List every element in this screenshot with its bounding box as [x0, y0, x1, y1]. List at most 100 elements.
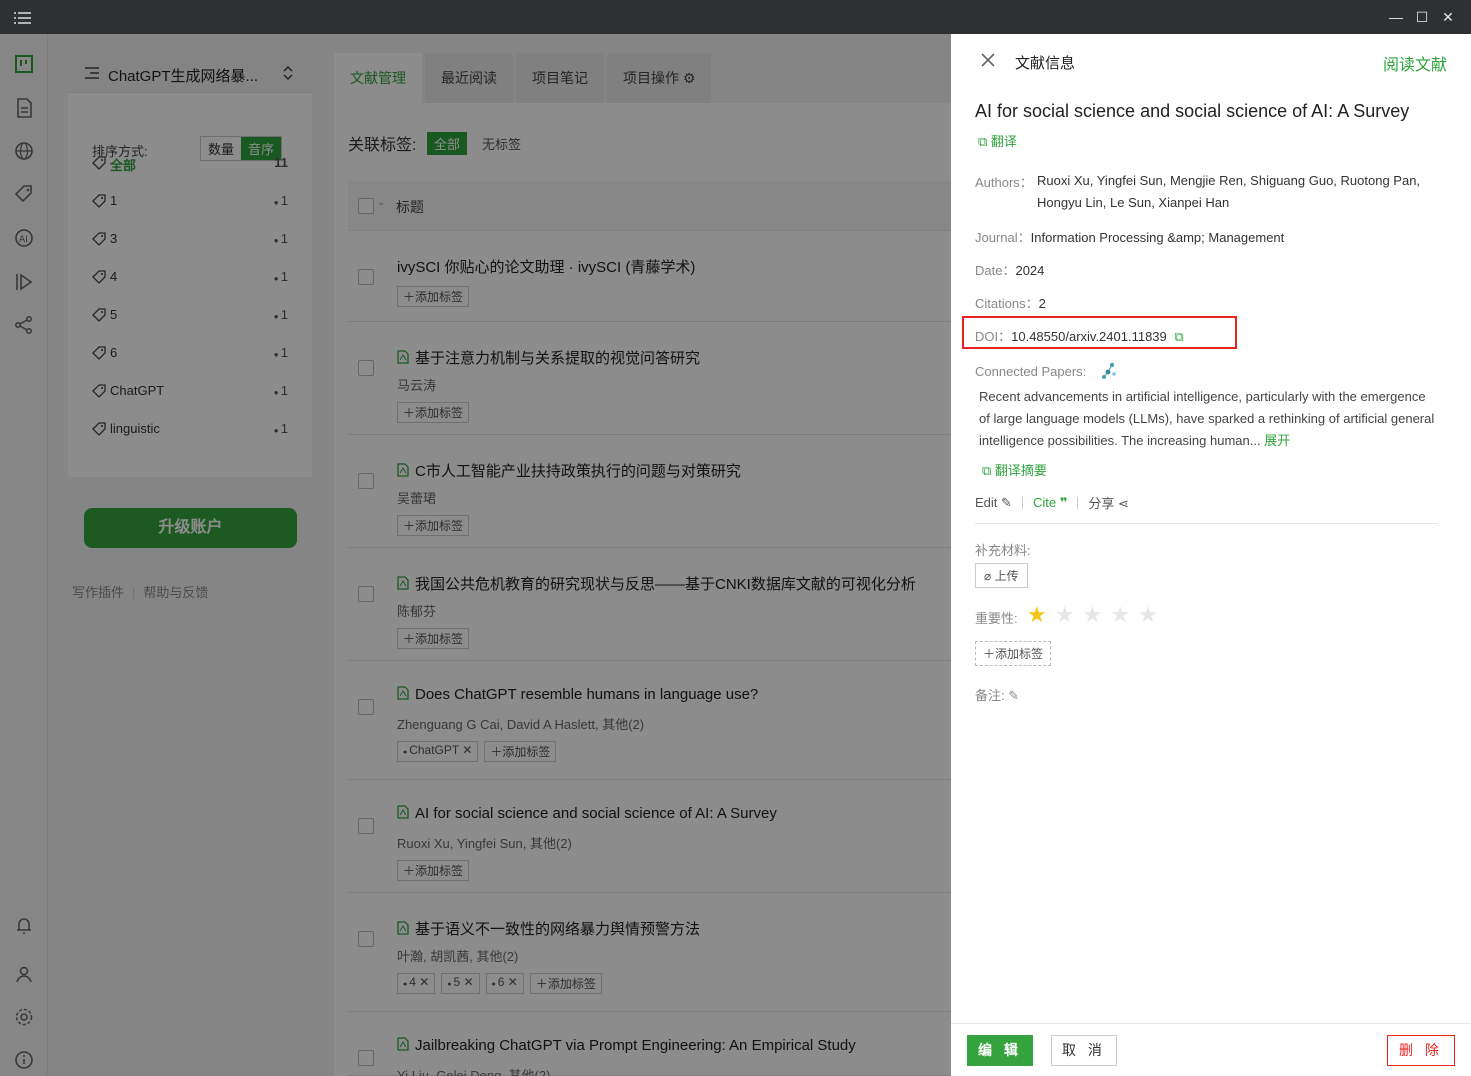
settings-icon[interactable]: [13, 1006, 35, 1028]
add-tag-button[interactable]: ＋添加标签: [397, 860, 470, 881]
add-tag-button[interactable]: ＋添加标签: [397, 628, 470, 649]
writing-plugin-link[interactable]: 写作插件: [72, 585, 124, 600]
minimize-icon[interactable]: —: [1388, 9, 1404, 25]
row-checkbox[interactable]: [358, 931, 374, 947]
add-tag-button[interactable]: ＋添加标签: [975, 641, 1052, 666]
tab-notes[interactable]: 项目笔记: [516, 53, 604, 103]
tag-item[interactable]: 3 ● 1: [92, 228, 288, 250]
tag-item[interactable]: linguistic ● 1: [92, 418, 288, 440]
tag-chip[interactable]: ● 6 ✕: [485, 973, 524, 994]
edit-button[interactable]: Edit ✎: [975, 495, 1012, 511]
row-checkbox[interactable]: [358, 699, 374, 715]
star-icon[interactable]: ★: [1110, 604, 1130, 626]
help-feedback-link[interactable]: 帮助与反馈: [143, 585, 208, 600]
remove-tag-icon[interactable]: ✕: [504, 975, 518, 989]
row-title[interactable]: 基于注意力机制与关系提取的视觉问答研究: [397, 347, 700, 368]
row-title[interactable]: Jailbreaking ChatGPT via Prompt Engineer…: [397, 1037, 856, 1054]
cite-button[interactable]: Cite ❞: [1033, 495, 1067, 511]
tag-chip[interactable]: ● 5 ✕: [441, 973, 480, 994]
user-icon[interactable]: [13, 963, 35, 985]
delete-button[interactable]: 删 除: [1387, 1035, 1455, 1066]
row-checkbox[interactable]: [358, 269, 374, 285]
row-title[interactable]: C市人工智能产业扶持政策执行的问题与对策研究: [397, 460, 741, 481]
row-title[interactable]: 我国公共危机教育的研究现状与反思——基于CNKI数据库文献的可视化分析: [397, 573, 916, 594]
add-tag-button[interactable]: ＋添加标签: [484, 741, 557, 762]
table-row[interactable]: ivySCI 你贴心的论文助理 · ivySCI (青藤学术) ＋添加标签: [348, 231, 951, 322]
row-title[interactable]: Does ChatGPT resemble humans in language…: [397, 686, 758, 703]
add-tag-button[interactable]: ＋添加标签: [397, 286, 470, 307]
tag-item[interactable]: 全部 11: [92, 152, 288, 174]
row-checkbox[interactable]: [358, 818, 374, 834]
importance-rating[interactable]: ★ ★ ★ ★ ★: [1027, 604, 1158, 626]
dot-icon: ●: [273, 236, 281, 245]
add-tag-button[interactable]: ＋添加标签: [529, 973, 602, 994]
library-icon[interactable]: [13, 53, 35, 75]
copy-icon[interactable]: ⧉: [1174, 329, 1183, 344]
star-icon[interactable]: ★: [1138, 604, 1158, 626]
remove-tag-icon[interactable]: ✕: [459, 743, 472, 757]
translate-abstract-button[interactable]: ⧉ 翻译摘要: [982, 460, 1047, 479]
row-title[interactable]: AI for social science and social science…: [397, 805, 777, 822]
close-window-icon[interactable]: ✕: [1440, 9, 1456, 25]
tag-item[interactable]: 5 ● 1: [92, 304, 288, 326]
add-tag-label: 添加标签: [415, 406, 464, 420]
menu-icon[interactable]: [14, 11, 32, 25]
presentation-icon[interactable]: [13, 271, 35, 293]
table-row[interactable]: C市人工智能产业扶持政策执行的问题与对策研究 吴蕾珺 ＋添加标签: [348, 435, 951, 548]
star-icon[interactable]: ★: [1055, 604, 1075, 626]
remove-tag-icon[interactable]: ✕: [460, 975, 473, 989]
row-checkbox[interactable]: [358, 473, 374, 489]
doi-value[interactable]: 10.48550/arxiv.2401.11839: [1011, 329, 1167, 344]
close-icon[interactable]: [980, 52, 996, 68]
star-icon[interactable]: ★: [1082, 604, 1102, 626]
document-icon[interactable]: [13, 97, 35, 119]
tag-chip[interactable]: ● ChatGPT ✕: [397, 741, 479, 762]
row-checkbox[interactable]: [358, 360, 374, 376]
tag-icon[interactable]: [13, 183, 35, 205]
table-row[interactable]: Jailbreaking ChatGPT via Prompt Engineer…: [348, 1012, 951, 1076]
add-tag-button[interactable]: ＋添加标签: [397, 515, 470, 536]
share-graph-icon[interactable]: [13, 314, 35, 336]
tag-chip[interactable]: ● 4 ✕: [397, 973, 436, 994]
upgrade-button[interactable]: 升级账户: [84, 508, 297, 548]
maximize-icon[interactable]: ☐: [1414, 9, 1430, 25]
upload-button[interactable]: ⌀ 上传: [975, 563, 1028, 588]
row-checkbox[interactable]: [358, 586, 374, 602]
tab-recent[interactable]: 最近阅读: [425, 53, 513, 103]
table-row[interactable]: 基于注意力机制与关系提取的视觉问答研究 马云涛 ＋添加标签: [348, 322, 951, 435]
star-icon[interactable]: ★: [1027, 604, 1047, 626]
select-all-checkbox[interactable]: [358, 198, 374, 214]
remove-tag-icon[interactable]: ✕: [416, 975, 429, 989]
share-button[interactable]: 分享 ⋖: [1088, 493, 1129, 512]
project-selector[interactable]: ChatGPT生成网络暴...: [68, 53, 312, 93]
tag-item[interactable]: 4 ● 1: [92, 266, 288, 288]
table-row[interactable]: 基于语义不一致性的网络暴力舆情预警方法 叶瀚, 胡凯茜, 其他(2) ● 4 ✕ ● …: [348, 893, 951, 1012]
chevron-down-icon[interactable]: ⌄: [377, 197, 385, 208]
row-checkbox[interactable]: [358, 1050, 374, 1066]
translate-title-button[interactable]: ⧉ 翻译: [978, 131, 1017, 150]
tag-item[interactable]: ChatGPT ● 1: [92, 380, 288, 402]
add-tag-button[interactable]: ＋添加标签: [397, 402, 470, 423]
table-row[interactable]: Does ChatGPT resemble humans in language…: [348, 661, 951, 780]
cancel-button[interactable]: 取 消: [1051, 1035, 1117, 1066]
tab-project-ops[interactable]: 项目操作 ⚙: [607, 53, 712, 103]
table-row[interactable]: AI for social science and social science…: [348, 780, 951, 893]
tag-item[interactable]: 6 ● 1: [92, 342, 288, 364]
connected-papers-icon[interactable]: [1100, 362, 1118, 380]
pencil-icon[interactable]: ✎: [1008, 688, 1019, 703]
read-literature-link[interactable]: 阅读文献: [1383, 51, 1447, 75]
ai-icon[interactable]: AI: [13, 227, 35, 249]
edit-save-button[interactable]: 编 辑: [967, 1035, 1033, 1066]
row-title[interactable]: 基于语义不一致性的网络暴力舆情预警方法: [397, 918, 700, 939]
bell-icon[interactable]: [13, 914, 35, 936]
globe-icon[interactable]: [13, 140, 35, 162]
info-icon[interactable]: [13, 1049, 35, 1071]
table-row[interactable]: 我国公共危机教育的研究现状与反思——基于CNKI数据库文献的可视化分析 陈郁芬 ＋添…: [348, 548, 951, 661]
tab-literature[interactable]: 文献管理: [334, 53, 422, 103]
row-tags: ＋添加标签: [397, 286, 470, 307]
filter-untagged[interactable]: 无标签: [482, 134, 521, 153]
row-title[interactable]: ivySCI 你贴心的论文助理 · ivySCI (青藤学术): [397, 256, 695, 277]
filter-all[interactable]: 全部: [427, 132, 468, 155]
expand-link[interactable]: 展开: [1264, 433, 1290, 448]
tag-item[interactable]: 1 ● 1: [92, 190, 288, 212]
